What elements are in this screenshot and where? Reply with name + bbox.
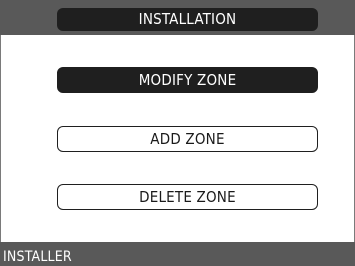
delete-zone-button[interactable]: DELETE ZONE [57, 184, 318, 210]
left-border [0, 35, 1, 242]
add-zone-button[interactable]: ADD ZONE [57, 126, 318, 152]
page-title: INSTALLATION [57, 8, 318, 31]
installation-screen: INSTALLATION MODIFY ZONE ADD ZONE DELETE… [0, 0, 355, 266]
modify-zone-button[interactable]: MODIFY ZONE [57, 67, 318, 93]
status-bar: INSTALLER [0, 242, 355, 266]
header-bar: INSTALLATION [0, 0, 355, 35]
